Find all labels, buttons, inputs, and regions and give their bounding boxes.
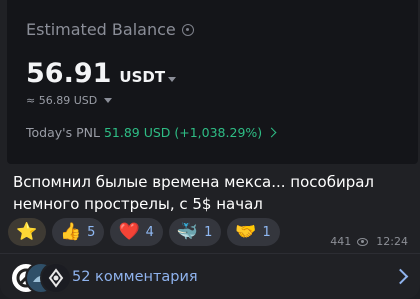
- chevron-right-icon: [392, 268, 409, 285]
- message-text: Вспомнил былые времена мекса... пособира…: [13, 173, 374, 213]
- handshake-icon: 🤝: [235, 221, 257, 242]
- reaction-handshake[interactable]: 🤝 1: [227, 218, 280, 246]
- eye-icon: [181, 23, 194, 36]
- views-eye-icon: [357, 237, 369, 246]
- pnl-label: Today's PNL: [26, 125, 100, 140]
- balance-row: 56.91 USDT: [26, 58, 177, 89]
- reactions-bar: ⭐ 👍 5 ❤️ 4 🐳 1 🤝 1: [8, 218, 280, 246]
- comments-button[interactable]: 52 комментария: [0, 254, 420, 299]
- whale-icon: 🐳: [176, 221, 199, 242]
- estimated-balance-title: Estimated Balance: [26, 20, 176, 39]
- reaction-whale[interactable]: 🐳 1: [168, 218, 222, 246]
- chevron-right-icon: [266, 127, 277, 138]
- star-icon: ⭐: [16, 221, 38, 242]
- reaction-star[interactable]: ⭐: [8, 218, 46, 246]
- reaction-count: 5: [87, 224, 96, 240]
- reaction-count: 1: [262, 224, 271, 240]
- caret-down-icon: [168, 77, 177, 82]
- reaction-count: 1: [204, 224, 213, 240]
- heart-icon: ❤️: [118, 221, 140, 242]
- reaction-heart[interactable]: ❤️ 4: [110, 218, 163, 246]
- attached-screenshot[interactable]: Estimated Balance 56.91 USDT ≈ 56.89 USD…: [7, 0, 418, 164]
- thumbs-up-icon: 👍: [60, 221, 82, 242]
- pnl-value: 51.89 USD (+1,038.29%): [103, 125, 263, 140]
- caret-down-icon: [104, 98, 113, 103]
- comments-label: 52 комментария: [72, 268, 198, 285]
- reaction-count: 4: [145, 224, 154, 240]
- approx-usd: ≈ 56.89 USD: [26, 94, 113, 107]
- message-time: 12:24: [376, 235, 408, 248]
- estimated-balance-header: Estimated Balance: [26, 20, 194, 39]
- avatar: [40, 261, 72, 294]
- commenter-avatars: [10, 261, 72, 294]
- view-count: 441: [330, 235, 352, 248]
- balance-currency: USDT: [119, 68, 177, 86]
- message-meta: 441 12:24: [330, 235, 408, 248]
- message-card: Estimated Balance 56.91 USDT ≈ 56.89 USD…: [0, 0, 420, 299]
- reaction-thumbs-up[interactable]: 👍 5: [52, 218, 105, 246]
- todays-pnl: Today's PNL 51.89 USD (+1,038.29%): [26, 125, 277, 140]
- balance-value: 56.91: [26, 58, 112, 89]
